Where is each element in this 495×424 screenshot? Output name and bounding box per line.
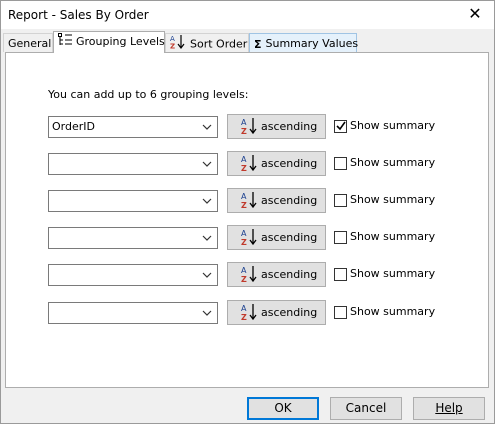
sort-direction-button[interactable]: A Zascending [227, 114, 326, 139]
show-summary-label: Show summary [350, 267, 436, 280]
grouping-levels-icon [58, 32, 72, 52]
sort-direction-button[interactable]: A Zascending [227, 151, 326, 176]
sort-direction-label: ascending [261, 120, 318, 133]
show-summary-label: Show summary [350, 156, 436, 169]
grouping-field-combo[interactable] [48, 227, 218, 249]
sort-direction-label: ascending [261, 194, 318, 207]
tab-summary-values-label: Summary Values [265, 37, 359, 50]
svg-text:A: A [241, 155, 247, 164]
chevron-down-icon [200, 230, 214, 246]
svg-text:Z: Z [170, 43, 175, 50]
show-summary-checkbox[interactable] [334, 120, 347, 133]
help-button[interactable]: Help [413, 397, 485, 420]
tab-grouping-levels[interactable]: Grouping Levels [53, 31, 165, 53]
sort-direction-label: ascending [261, 268, 318, 281]
sort-az-icon: AZ [241, 191, 257, 212]
grouping-field-combo[interactable] [48, 190, 218, 212]
show-summary-label: Show summary [350, 230, 436, 243]
grouping-field-combo[interactable] [48, 153, 218, 175]
sort-direction-button[interactable]: A Zascending [227, 262, 326, 287]
checkmark-icon [336, 121, 346, 134]
chevron-down-icon [200, 156, 214, 172]
show-summary-checkbox[interactable] [334, 306, 347, 319]
tab-grouping-levels-label: Grouping Levels [76, 35, 165, 48]
tab-sort-order[interactable]: A Z Sort Order [165, 33, 249, 52]
svg-text:Z: Z [241, 164, 247, 172]
sort-direction-button[interactable]: A Zascending [227, 225, 326, 250]
svg-text:A: A [241, 229, 247, 238]
help-button-label: Help [435, 401, 463, 415]
ok-button[interactable]: OK [247, 397, 319, 420]
chevron-down-icon [200, 267, 214, 283]
show-summary-checkbox[interactable] [334, 268, 347, 281]
grouping-intro-text: You can add up to 6 grouping levels: [48, 88, 249, 101]
sort-az-icon: AZ [241, 154, 257, 175]
show-summary-checkbox[interactable] [334, 157, 347, 170]
chevron-down-icon [200, 193, 214, 209]
sort-az-icon: AZ [241, 228, 257, 249]
sort-az-icon: AZ [241, 117, 257, 138]
grouping-field-combo[interactable] [48, 264, 218, 286]
grouping-field-combo[interactable]: OrderID [48, 116, 218, 138]
report-dialog: Report - Sales By Order ✕ General Groupi… [0, 0, 495, 424]
tab-general-label: General [8, 37, 52, 50]
show-summary-label: Show summary [350, 193, 436, 206]
svg-text:A: A [241, 266, 247, 275]
show-summary-checkbox[interactable] [334, 231, 347, 244]
window-title: Report - Sales By Order [8, 8, 149, 22]
tab-summary-values[interactable]: Σ Summary Values [249, 33, 359, 52]
show-summary-label: Show summary [350, 119, 436, 132]
svg-text:A: A [241, 304, 247, 313]
tab-sort-order-label: Sort Order [190, 37, 248, 51]
cancel-button[interactable]: Cancel [330, 397, 402, 420]
sort-direction-button[interactable]: A Zascending [227, 188, 326, 213]
tab-general[interactable]: General [3, 33, 53, 52]
grouping-field-combo[interactable] [48, 302, 218, 324]
sort-direction-label: ascending [261, 306, 318, 319]
sort-az-icon: AZ [241, 265, 257, 286]
sort-direction-label: ascending [261, 157, 318, 170]
grouping-levels-panel: You can add up to 6 grouping levels: Ord… [5, 52, 489, 388]
sort-direction-button[interactable]: A Zascending [227, 300, 326, 325]
svg-text:Z: Z [241, 275, 247, 283]
svg-text:Z: Z [241, 238, 247, 246]
svg-text:A: A [241, 192, 247, 201]
svg-text:Z: Z [241, 127, 247, 135]
show-summary-checkbox[interactable] [334, 194, 347, 207]
close-icon[interactable]: ✕ [464, 4, 486, 24]
svg-text:Z: Z [241, 201, 247, 209]
svg-text:Z: Z [241, 313, 247, 321]
title-bar: Report - Sales By Order ✕ [1, 1, 494, 29]
show-summary-label: Show summary [350, 305, 436, 318]
svg-text:A: A [241, 118, 247, 127]
chevron-down-icon [200, 305, 214, 321]
grouping-field-value: OrderID [52, 120, 95, 133]
sort-direction-label: ascending [261, 231, 318, 244]
sort-az-icon: AZ [241, 303, 257, 324]
chevron-down-icon [200, 119, 214, 135]
sigma-icon: Σ [254, 37, 262, 51]
